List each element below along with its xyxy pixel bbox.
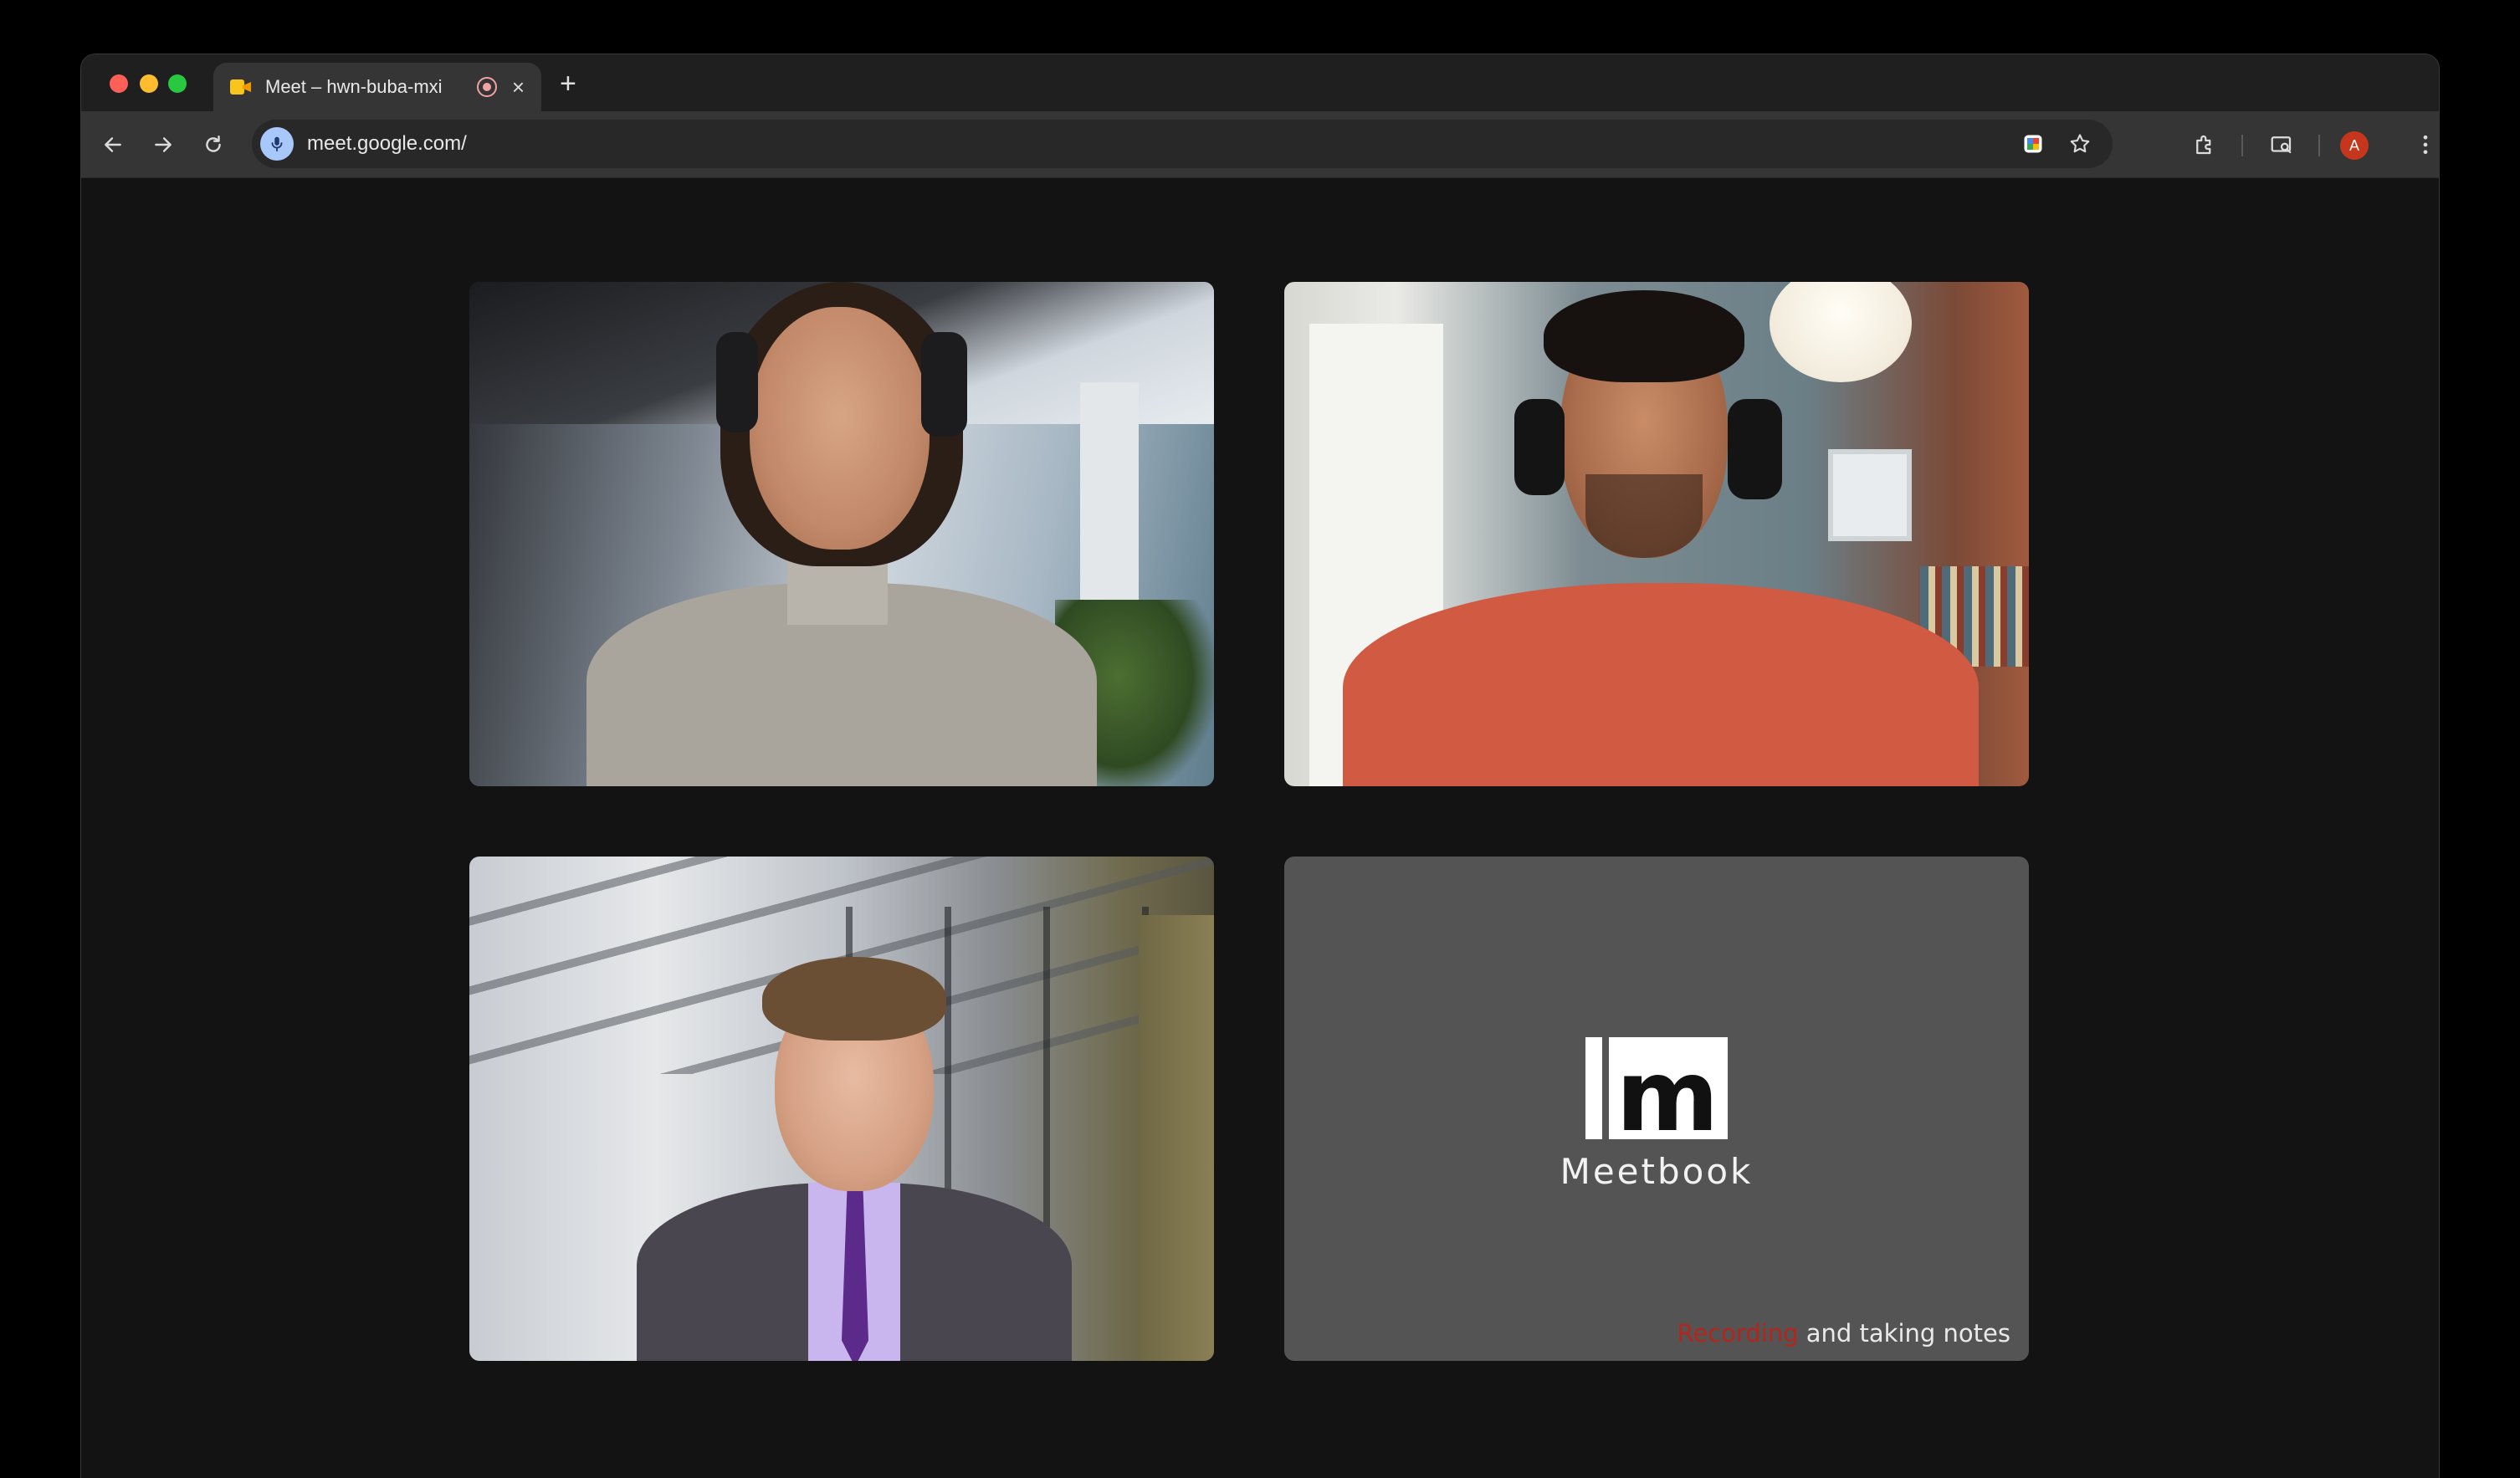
participant-tile[interactable] bbox=[1284, 282, 2029, 786]
minimize-window-button[interactable] bbox=[140, 74, 158, 93]
participant-tile[interactable] bbox=[469, 857, 1214, 1361]
hair bbox=[762, 957, 946, 1041]
headset-right bbox=[1728, 399, 1782, 499]
new-tab-button[interactable]: + bbox=[560, 69, 576, 98]
maximize-window-button[interactable] bbox=[168, 74, 187, 93]
hair bbox=[1544, 290, 1744, 382]
face bbox=[750, 307, 930, 550]
google-meet-icon bbox=[230, 78, 252, 96]
reload-button[interactable] bbox=[197, 128, 230, 161]
meet-stage: m Meetbook Recording and taking notes bbox=[81, 178, 2439, 1478]
reload-icon bbox=[206, 136, 221, 152]
bookmark-star-icon[interactable] bbox=[2066, 130, 2094, 158]
headphone-left bbox=[716, 332, 758, 432]
participant-tile[interactable] bbox=[469, 282, 1214, 786]
headphone-right bbox=[921, 332, 967, 437]
more-menu-icon[interactable] bbox=[2409, 128, 2439, 161]
back-button[interactable] bbox=[96, 128, 130, 161]
headset-left bbox=[1514, 399, 1565, 495]
address-bar[interactable]: meet.google.com/ bbox=[252, 120, 2113, 168]
microphone-icon[interactable] bbox=[260, 127, 294, 161]
browser-window: Meet – hwn-buba-mxi × + meet.google.com/ bbox=[80, 54, 2440, 1478]
beard bbox=[1585, 474, 1703, 558]
tab-search-icon[interactable] bbox=[2265, 128, 2298, 161]
logo-letter: m bbox=[1616, 1038, 1719, 1153]
recording-label: Recording bbox=[1677, 1319, 1799, 1348]
meetbook-logo: m bbox=[1585, 1037, 1728, 1153]
toolbar-divider bbox=[2241, 135, 2243, 156]
tab-strip: Meet – hwn-buba-mxi × + bbox=[81, 54, 2439, 111]
participant-video bbox=[469, 282, 1214, 786]
close-window-button[interactable] bbox=[110, 74, 128, 93]
arrow-right-icon bbox=[155, 137, 172, 152]
participant-video bbox=[1284, 282, 2029, 786]
browser-toolbar: meet.google.com/ A bbox=[81, 111, 2439, 178]
tab-meet[interactable]: Meet – hwn-buba-mxi × bbox=[213, 63, 541, 111]
status-text: and taking notes bbox=[1798, 1319, 2010, 1348]
logo-text: Meetbook bbox=[1560, 1151, 1754, 1192]
tab-close-button[interactable]: × bbox=[512, 76, 525, 98]
participant-video bbox=[469, 857, 1214, 1361]
record-icon bbox=[476, 77, 497, 97]
profile-avatar[interactable]: A bbox=[2340, 131, 2369, 160]
arrow-left-icon bbox=[105, 137, 121, 152]
tab-title: Meet – hwn-buba-mxi bbox=[265, 76, 443, 97]
shirt bbox=[1343, 583, 1979, 786]
notetaker-status: Recording and taking notes bbox=[1677, 1319, 2011, 1348]
extensions-puzzle-icon[interactable] bbox=[2188, 128, 2221, 161]
notetaker-tile[interactable]: m Meetbook Recording and taking notes bbox=[1284, 857, 2029, 1361]
forward-button[interactable] bbox=[146, 128, 180, 161]
toolbar-divider bbox=[2318, 135, 2320, 156]
url-text[interactable]: meet.google.com/ bbox=[307, 132, 2019, 156]
google-lens-icon[interactable] bbox=[2019, 130, 2047, 158]
